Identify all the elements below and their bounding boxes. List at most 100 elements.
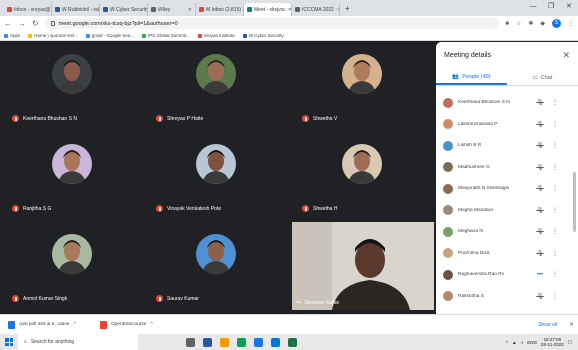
notification-icon[interactable]: ▢	[568, 339, 572, 345]
tab-label: Inbox - sreyas@...	[14, 6, 52, 13]
participant-row[interactable]: Poornima Dixit 🎙 ⋮	[436, 243, 578, 265]
more-options-icon[interactable]: ⋮	[552, 185, 558, 192]
forward-icon[interactable]: →	[18, 19, 26, 28]
mic-muted-icon[interactable]: 🎙	[533, 207, 547, 214]
tab-close-icon[interactable]: ✕	[188, 7, 192, 13]
reload-icon[interactable]: ↻	[32, 19, 39, 28]
bookmark-item[interactable]: IPS Global Summit...	[141, 33, 190, 38]
taskbar-app-icon[interactable]	[237, 337, 246, 347]
participant-row[interactable]: Meghana N 🎙 ⋮	[436, 221, 578, 243]
more-options-icon[interactable]: ⋮	[552, 121, 558, 128]
participant-row[interactable]: Keerthana Bhushan S N 🎙 ⋮	[436, 92, 578, 114]
mic-muted-icon[interactable]: 🎙	[533, 250, 547, 257]
system-tray: ^ ▲ ◖ ENG 18:27:00 28-11-2022 ▢	[506, 337, 578, 348]
lang-indicator[interactable]: ENG	[527, 340, 537, 345]
more-options-icon[interactable]: ⋮	[552, 164, 558, 171]
browser-tab[interactable]: W Rubbishtl - raley✕	[52, 3, 100, 16]
extension-icon[interactable]: ✱	[528, 20, 533, 27]
presenter-video[interactable]: ••• Swaroop Yadav	[292, 222, 434, 310]
participant-tile[interactable]: Anmol Kumar Singh	[2, 224, 142, 312]
mic-off-icon	[12, 115, 19, 122]
bookmark-item[interactable]: Home | sponsor-Kel...	[28, 33, 78, 38]
tab-chat[interactable]: ▭ Chat	[507, 70, 578, 85]
more-options-icon[interactable]: ⋮	[552, 142, 558, 149]
mic-muted-icon[interactable]: 🎙	[533, 142, 547, 149]
more-options-icon[interactable]: ⋮	[552, 271, 558, 278]
download-item[interactable]: OpenEdxCourse ^	[100, 320, 186, 329]
mic-muted-icon[interactable]: 🎙	[533, 228, 547, 235]
minimize-button[interactable]: —	[524, 0, 542, 16]
taskbar-app-icon[interactable]	[203, 337, 212, 347]
participant-row[interactable]: Megha Mandara 🎙 ⋮	[436, 200, 578, 222]
taskbar-app-icon[interactable]	[220, 337, 229, 347]
participant-name-label: Ranjitha S G	[12, 205, 51, 212]
bookmark-item[interactable]: Apps	[4, 33, 20, 38]
taskbar-app-icon[interactable]	[271, 337, 280, 347]
participant-row[interactable]: Lakshmimanasa P 🎙 ⋮	[436, 114, 578, 136]
puzzle-icon[interactable]: ◆	[540, 20, 545, 27]
clock[interactable]: 18:27:00 28-11-2022	[541, 337, 564, 348]
participant-row[interactable]: Manjunath N Sheshagiri 🎙 ⋮	[436, 178, 578, 200]
tray-chevron-icon[interactable]: ^	[506, 340, 508, 345]
more-options-icon[interactable]: ⋮	[552, 207, 558, 214]
more-options-icon[interactable]: ⋮	[552, 228, 558, 235]
menu-icon[interactable]: ⋮	[568, 20, 574, 27]
browser-tab[interactable]: Meet - xksjvsc ✕	[244, 3, 292, 16]
browser-tab[interactable]: Inbox - sreyas@...✕	[4, 3, 52, 16]
browser-tab[interactable]: W Cyber Security✕	[100, 3, 148, 16]
show-all-downloads-link[interactable]: Show all	[538, 322, 557, 328]
participant-tile[interactable]: Shreyas P Hatte	[146, 44, 286, 132]
bookmark-item[interactable]: gmail - Google Sea...	[85, 33, 134, 38]
participant-name: Manjunath N Sheshagiri	[458, 186, 510, 192]
bookmark-item[interactable]: Sreyas Institute	[197, 33, 235, 38]
panel-scrollbar[interactable]	[573, 172, 576, 232]
mic-muted-icon[interactable]: 🎙	[533, 293, 547, 300]
participant-tile[interactable]: Saurav Kumar	[146, 224, 286, 312]
taskbar-app-icon[interactable]	[254, 337, 263, 347]
participant-name: Rakshitha S	[458, 293, 484, 299]
url-field[interactable]: meet.google.com/xks-tcsq-bjz?pli=1&authu…	[44, 18, 500, 29]
participant-row[interactable]: Madhushree G 🎙 ⋮	[436, 157, 578, 179]
browser-tab[interactable]: Wiley ✕	[148, 3, 196, 16]
maximize-button[interactable]: ❐	[542, 0, 560, 16]
mic-muted-icon[interactable]: 🎙	[533, 121, 547, 128]
browser-tab[interactable]: ICCCMA 2022 - Co✕	[292, 3, 340, 16]
participant-tile[interactable]: Keerthana Bhushan S N	[2, 44, 142, 132]
chevron-up-icon[interactable]: ^	[73, 322, 75, 327]
participant-tile[interactable]: Shwetha H	[292, 134, 432, 222]
more-options-icon[interactable]: ⋮	[552, 99, 558, 106]
new-tab-button[interactable]: +	[340, 3, 355, 16]
taskbar-app-icon[interactable]	[288, 337, 297, 347]
volume-icon[interactable]: ◖	[521, 340, 524, 345]
star-icon[interactable]: ☆	[516, 20, 521, 27]
participant-tile[interactable]: Vinayak Venkatesh Pote	[146, 134, 286, 222]
bookmark-item[interactable]: W Cyber Security	[242, 33, 284, 38]
participant-tile[interactable]: Ranjitha S G	[2, 134, 142, 222]
profile-avatar[interactable]: S	[552, 19, 561, 28]
tab-people[interactable]: 👥 People (49)	[436, 70, 507, 85]
camera-icon[interactable]: ■	[505, 21, 509, 27]
close-panel-button[interactable]: ✕	[562, 50, 570, 61]
chevron-up-icon[interactable]: ^	[150, 322, 152, 327]
browser-tab[interactable]: M Inbox (2,815) - dmk✕	[196, 3, 244, 16]
panel-tabs: 👥 People (49) ▭ Chat	[436, 70, 578, 86]
start-button[interactable]	[0, 334, 18, 350]
participant-avatar	[443, 248, 453, 259]
taskbar-search[interactable]: ⌕ Search for anything	[18, 334, 138, 350]
mic-muted-icon[interactable]: 🎙	[533, 164, 547, 171]
mic-muted-icon[interactable]: 🎙	[533, 99, 547, 106]
participant-tile[interactable]: Shwetha V	[292, 44, 432, 132]
more-options-icon[interactable]: ⋮	[552, 250, 558, 257]
download-item[interactable]: cpsi poll 484 & 5...wave ^	[8, 320, 94, 329]
close-downloads-icon[interactable]: ✕	[569, 321, 574, 328]
mic-muted-icon[interactable]: 🎙	[533, 185, 547, 192]
participant-row[interactable]: Likhith B R 🎙 ⋮	[436, 135, 578, 157]
taskbar-app-icon[interactable]	[186, 337, 195, 347]
back-icon[interactable]: ←	[4, 19, 12, 28]
participant-avatar	[196, 54, 236, 94]
close-window-button[interactable]: ✕	[560, 0, 578, 16]
participant-row[interactable]: Raghavendra Rao Rv ••• ⋮	[436, 264, 578, 286]
participant-row[interactable]: Rakshitha S 🎙 ⋮	[436, 286, 578, 308]
more-options-icon[interactable]: ⋮	[552, 293, 558, 300]
network-icon[interactable]: ▲	[512, 340, 516, 345]
